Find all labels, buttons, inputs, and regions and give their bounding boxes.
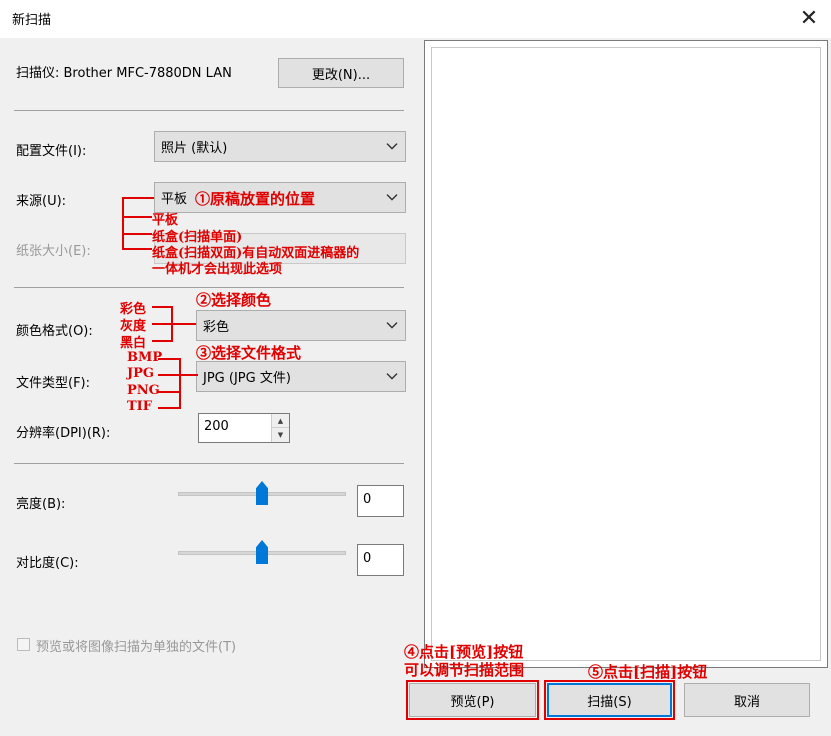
- chevron-down-icon: [386, 372, 398, 380]
- separator: [14, 463, 404, 464]
- annotation-line: [122, 197, 154, 199]
- scanner-label: 扫描仪: Brother MFC-7880DN LAN: [16, 66, 232, 81]
- window-title: 新扫描: [12, 13, 52, 28]
- annotation-type-option: TIF: [127, 399, 152, 414]
- cancel-button[interactable]: 取消: [684, 683, 810, 717]
- annotation-step2: ②选择颜色: [196, 291, 272, 309]
- file-type-value: JPG (JPG 文件): [203, 371, 291, 386]
- brightness-label: 亮度(B):: [16, 497, 66, 512]
- highlight-preview-button: [406, 680, 539, 720]
- annotation-source-option: 一体机才会出现此选项: [152, 262, 283, 277]
- title-bar: 新扫描 ✕: [0, 0, 831, 38]
- annotation-type-option: PNG: [127, 383, 160, 398]
- separator: [14, 287, 404, 288]
- chevron-down-icon: [386, 142, 398, 150]
- source-value: 平板: [161, 192, 188, 207]
- profile-select[interactable]: 照片 (默认): [154, 131, 406, 162]
- contrast-slider-thumb[interactable]: [256, 540, 268, 564]
- annotation-line: [122, 248, 152, 250]
- contrast-input[interactable]: 0: [357, 544, 404, 576]
- highlight-scan-button: [544, 680, 675, 720]
- preview-area: [424, 40, 828, 668]
- annotation-line: [158, 358, 180, 360]
- resolution-value: 200: [204, 419, 229, 434]
- annotation-line: [179, 358, 181, 409]
- resolution-stepper[interactable]: 200 ▲ ▼: [198, 413, 290, 443]
- annotation-line: [152, 306, 172, 308]
- annotation-line: [158, 407, 180, 409]
- source-label: 来源(U):: [16, 194, 67, 209]
- resolution-label: 分辨率(DPI)(R):: [16, 426, 111, 441]
- color-format-label: 颜色格式(O):: [16, 324, 93, 339]
- separate-files-label: 预览或将图像扫描为单独的文件(T): [36, 640, 237, 655]
- color-format-value: 彩色: [203, 320, 230, 335]
- profile-value: 照片 (默认): [161, 141, 228, 156]
- annotation-line: [158, 374, 198, 376]
- spin-down-icon[interactable]: ▼: [272, 428, 289, 442]
- profile-label: 配置文件(I):: [16, 144, 87, 159]
- contrast-label: 对比度(C):: [16, 556, 79, 571]
- annotation-step5: ⑤点击[扫描]按钮: [588, 663, 708, 681]
- annotation-line: [122, 216, 152, 218]
- separate-files-checkbox: [17, 638, 30, 651]
- file-type-label: 文件类型(F):: [16, 376, 91, 391]
- annotation-line: [122, 233, 152, 235]
- separator: [14, 110, 404, 111]
- annotation-step1: ①原稿放置的位置: [195, 190, 316, 208]
- annotation-line: [158, 391, 180, 393]
- annotation-step4-detail: 可以调节扫描范围: [404, 661, 525, 679]
- annotation-color-option: 黑白: [120, 336, 147, 351]
- brightness-input[interactable]: 0: [357, 485, 404, 517]
- chevron-down-icon: [386, 193, 398, 201]
- preview-frame: [431, 47, 821, 661]
- paper-size-label: 纸张大小(E):: [16, 244, 91, 259]
- brightness-slider-thumb[interactable]: [256, 481, 268, 505]
- annotation-type-option: BMP: [127, 350, 163, 365]
- annotation-step3: ③选择文件格式: [196, 344, 302, 362]
- file-type-select[interactable]: JPG (JPG 文件): [196, 361, 406, 392]
- change-scanner-button[interactable]: 更改(N)...: [278, 58, 404, 88]
- spin-up-icon[interactable]: ▲: [272, 414, 289, 428]
- annotation-type-option: JPG: [127, 366, 155, 381]
- annotation-line: [122, 197, 124, 249]
- annotation-line: [152, 340, 172, 342]
- close-icon[interactable]: ✕: [793, 4, 825, 32]
- color-format-select[interactable]: 彩色: [196, 310, 406, 341]
- chevron-down-icon: [386, 321, 398, 329]
- annotation-line: [152, 323, 196, 325]
- annotation-line: [171, 306, 173, 342]
